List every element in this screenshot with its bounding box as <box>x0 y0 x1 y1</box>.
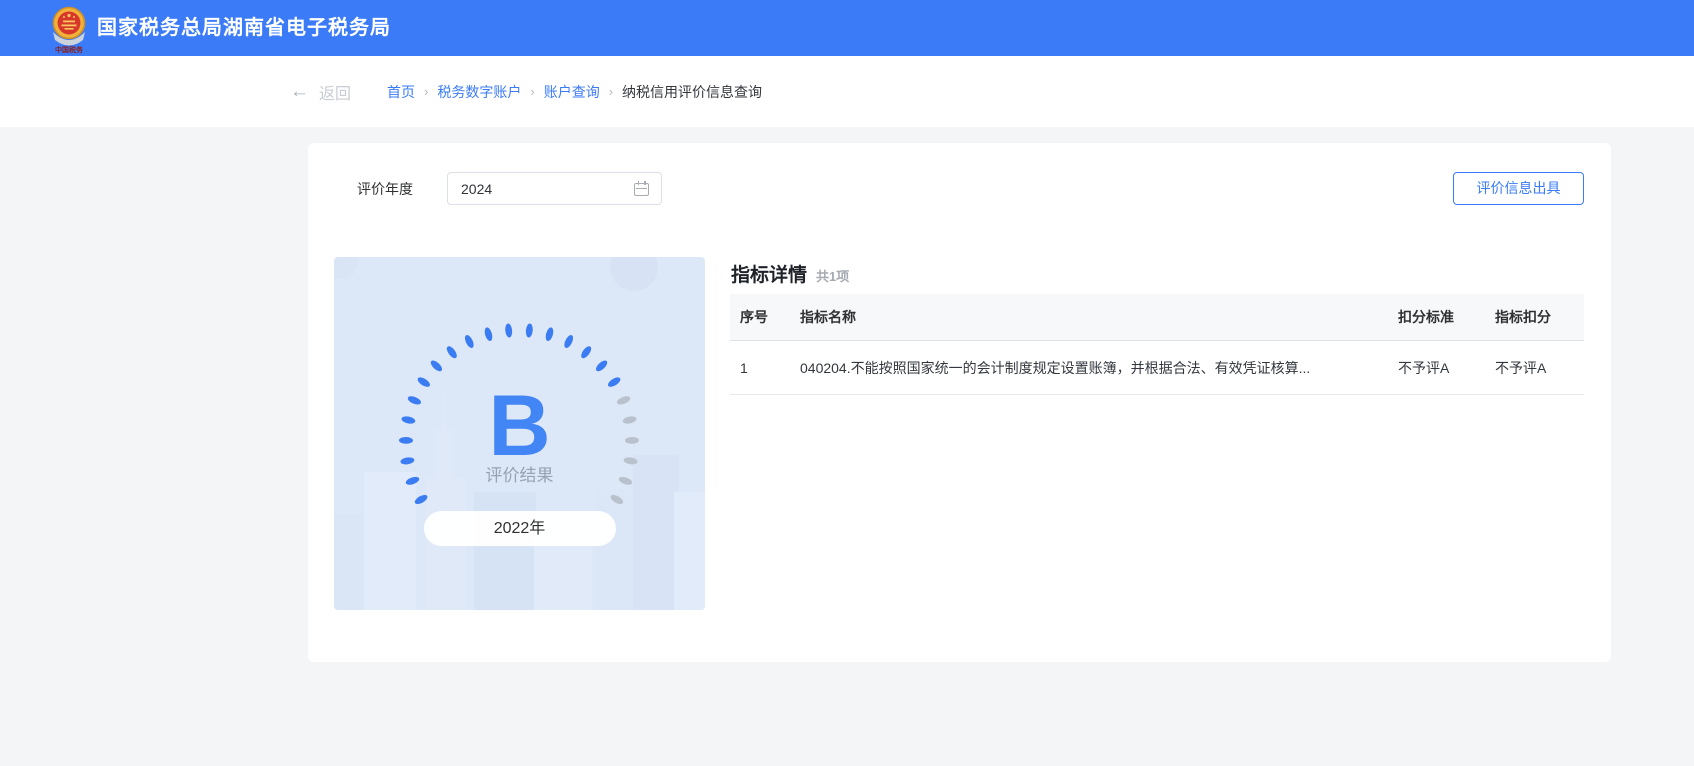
breadcrumb: ← 返回 首页 › 税务数字账户 › 账户查询 › 纳税信用评价信息查询 <box>290 56 762 127</box>
logo-caption: 中国税务 <box>55 45 84 54</box>
calendar-icon[interactable] <box>634 181 649 196</box>
cell-deduction: 不予评A <box>1495 358 1584 378</box>
evaluation-year-label: 评价年度 <box>357 173 413 205</box>
details-title: 指标详情 <box>731 260 807 287</box>
col-header-standard: 扣分标准 <box>1398 307 1495 327</box>
page: { "header": { "title": "国家税务总局湖南省电子税务局",… <box>0 0 1694 766</box>
indicator-table: 序号 指标名称 扣分标准 指标扣分 1 040204.不能按照国家统一的会计制度… <box>730 294 1584 395</box>
breadcrumb-separator: › <box>424 84 428 99</box>
issue-evaluation-info-button[interactable]: 评价信息出具 <box>1453 172 1584 205</box>
main-content-card: 评价年度 2024 评价信息出具 B 评价结果 2022年 指标详情 <box>308 143 1611 662</box>
table-header-row: 序号 指标名称 扣分标准 指标扣分 <box>730 294 1584 341</box>
col-header-deduction: 指标扣分 <box>1495 307 1584 327</box>
credit-rating-gauge-card: B 评价结果 2022年 <box>334 257 705 610</box>
breadcrumb-separator: › <box>530 84 534 99</box>
breadcrumb-current-page: 纳税信用评价信息查询 <box>622 82 762 102</box>
table-row: 1 040204.不能按照国家统一的会计制度规定设置账簿，并根据合法、有效凭证核… <box>730 341 1584 395</box>
back-arrow-icon[interactable]: ← <box>290 81 309 103</box>
evaluation-result-label: 评价结果 <box>334 461 705 486</box>
app-header: 中国税务 国家税务总局湖南省电子税务局 <box>0 0 1694 56</box>
taxation-emblem-logo: 中国税务 <box>46 4 92 54</box>
app-title: 国家税务总局湖南省电子税务局 <box>97 0 391 56</box>
breadcrumb-account-query[interactable]: 账户查询 <box>544 82 600 102</box>
details-count-badge: 共1项 <box>816 266 849 287</box>
cell-standard: 不予评A <box>1398 358 1495 378</box>
col-header-name: 指标名称 <box>800 307 1398 327</box>
breadcrumb-home[interactable]: 首页 <box>387 82 415 102</box>
evaluation-year-value: 2024 <box>448 181 634 197</box>
details-header: 指标详情 共1项 <box>731 260 849 287</box>
breadcrumb-digital-account[interactable]: 税务数字账户 <box>437 82 521 102</box>
breadcrumb-band: ← 返回 首页 › 税务数字账户 › 账户查询 › 纳税信用评价信息查询 <box>0 56 1694 127</box>
credit-grade: B <box>334 383 705 469</box>
cell-indicator-name: 040204.不能按照国家统一的会计制度规定设置账簿，并根据合法、有效凭证核算.… <box>800 358 1398 378</box>
back-button[interactable]: 返回 <box>319 80 351 104</box>
col-header-index: 序号 <box>740 307 800 327</box>
evaluation-year-pill: 2022年 <box>424 511 616 546</box>
breadcrumb-separator: › <box>609 84 613 99</box>
evaluation-year-input[interactable]: 2024 <box>447 172 662 205</box>
taxation-emblem-icon: 中国税务 <box>46 4 92 54</box>
cell-index: 1 <box>740 360 800 376</box>
